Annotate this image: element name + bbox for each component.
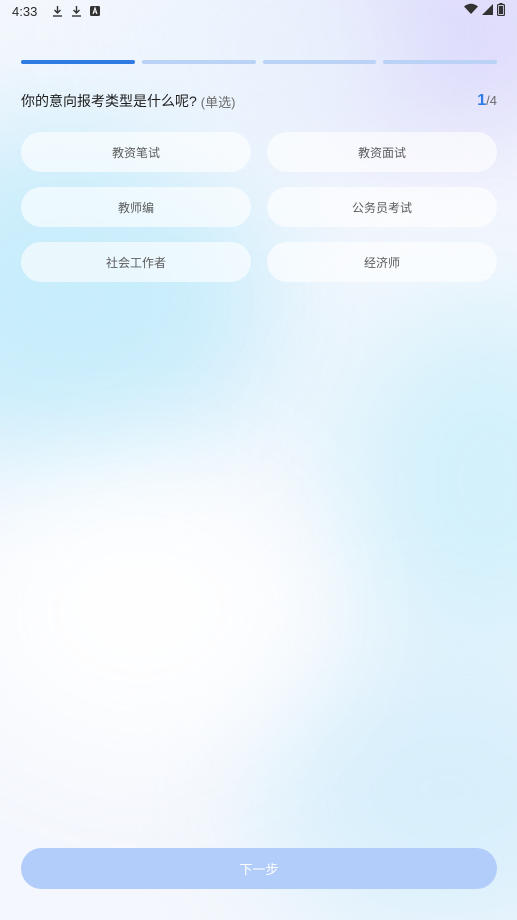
status-bar: 4:33 xyxy=(0,0,517,22)
download-icon xyxy=(51,4,63,18)
option-jiaozi-mianshi[interactable]: 教资面试 xyxy=(267,132,497,172)
option-jiaoshi-bian[interactable]: 教师编 xyxy=(21,187,251,227)
question-type-label: (单选) xyxy=(200,94,236,110)
wifi-icon xyxy=(464,3,478,19)
option-shehui-gongzuozhe[interactable]: 社会工作者 xyxy=(21,242,251,282)
option-grid: 教资笔试 教资面试 教师编 公务员考试 社会工作者 经济师 xyxy=(21,132,497,282)
option-jingjishi[interactable]: 经济师 xyxy=(267,242,497,282)
question-current: 1 xyxy=(477,92,487,109)
battery-icon xyxy=(497,2,506,20)
status-icons-right xyxy=(464,2,506,20)
question-counter: 1/4 xyxy=(477,92,497,110)
question-text: 你的意向报考类型是什么呢? xyxy=(21,93,197,109)
option-gongwuyuan[interactable]: 公务员考试 xyxy=(267,187,497,227)
progress-segment-4 xyxy=(383,60,497,64)
a-icon xyxy=(89,4,101,18)
question-total: /4 xyxy=(486,93,497,108)
progress-segment-1 xyxy=(21,60,135,64)
progress-segment-2 xyxy=(141,60,256,64)
status-time: 4:33 xyxy=(12,3,38,19)
progress-bar xyxy=(21,60,497,64)
question-header: 你的意向报考类型是什么呢? (单选) 1/4 xyxy=(21,90,497,112)
progress-segment-3 xyxy=(262,60,377,64)
next-button[interactable]: 下一步 xyxy=(21,848,497,889)
option-jiaozi-bishi[interactable]: 教资笔试 xyxy=(21,132,251,172)
signal-icon xyxy=(482,3,493,19)
download-icon xyxy=(70,4,82,18)
